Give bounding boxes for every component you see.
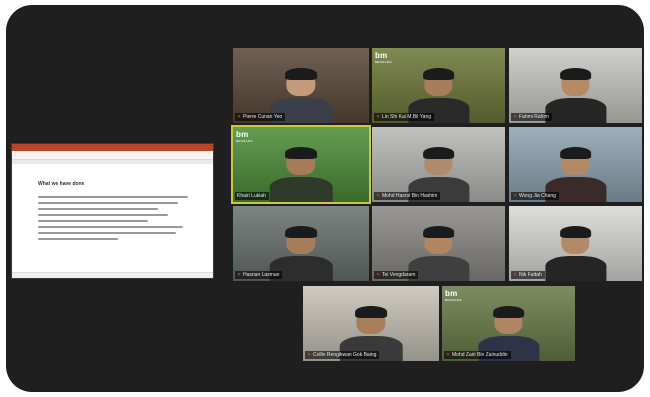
video-tile[interactable]: ✕ Collin Rengikwan Gok Baing <box>303 286 439 361</box>
participant-hair <box>560 226 591 238</box>
video-tile[interactable]: bm BERNAMA ✕ Mohd Zairi Bin Zainuddin <box>442 286 575 361</box>
bernama-logo: bm BERNAMA <box>445 289 462 302</box>
participant-name-tag: ✕ Pierre Cunan Yeo <box>235 113 286 121</box>
participant-name: Lin Shi Kai M.Bil Yang <box>382 114 432 120</box>
powerpoint-statusbar <box>12 272 213 278</box>
muted-mic-icon: ✕ <box>513 193 518 199</box>
video-tile[interactable]: ✕ Pierre Cunan Yeo <box>233 48 369 123</box>
participant-video <box>544 226 607 281</box>
participant-torso <box>544 255 607 281</box>
participant-hair <box>423 226 454 238</box>
participant-name: Khairi Lukiah <box>237 193 266 199</box>
participant-hair <box>285 68 317 80</box>
participant-name: Mohd Zairi Bin Zainuddin <box>452 352 508 358</box>
participant-hair <box>285 226 317 238</box>
muted-mic-icon: ✕ <box>376 193 381 199</box>
participant-hair <box>560 68 591 80</box>
muted-mic-icon: ✕ <box>513 272 518 278</box>
participant-name: Collin Rengikwan Gok Baing <box>313 352 377 358</box>
participant-hair <box>355 306 387 318</box>
participant-hair <box>285 147 317 159</box>
participant-name: Pierre Cunan Yeo <box>243 114 283 120</box>
video-tile[interactable]: ✕ Tei Vengdaram <box>372 206 505 281</box>
participant-name-tag: ✕ Mohd Hasrol Bin Hashim <box>374 192 441 200</box>
participant-name-tag: ✕ Lin Shi Kai M.Bil Yang <box>374 113 435 121</box>
participant-name: Fahmi Rahim <box>519 114 549 120</box>
participant-hair <box>560 147 591 159</box>
muted-mic-icon: ✕ <box>237 114 242 120</box>
video-tile[interactable]: ✕ Fahmi Rahim <box>509 48 642 123</box>
participant-hair <box>423 147 454 159</box>
bernama-logo-text: bm <box>236 130 249 139</box>
participant-name-tag: ✕ Fahmi Rahim <box>511 113 552 121</box>
participant-name-tag: ✕ Mohd Zairi Bin Zainuddin <box>444 351 511 359</box>
muted-mic-icon: ✕ <box>446 352 451 358</box>
muted-mic-icon: ✕ <box>237 272 242 278</box>
participant-name: Tei Vengdaram <box>382 272 416 278</box>
video-tile[interactable]: ✕ Nik Fattah <box>509 206 642 281</box>
bernama-logo-text: bm <box>375 51 388 60</box>
participant-name: Mohd Hasrol Bin Hashim <box>382 193 438 199</box>
video-tile[interactable]: ✕ Wong Jia Chang <box>509 127 642 202</box>
muted-mic-icon: ✕ <box>376 272 381 278</box>
video-tile[interactable]: bm BERNAMA ✕ Lin Shi Kai M.Bil Yang <box>372 48 505 123</box>
bernama-logo: bm BERNAMA <box>375 51 392 64</box>
participant-name-tag: Khairi Lukiah <box>235 192 269 200</box>
participant-name-tag: ✕ Nik Fattah <box>511 271 545 279</box>
bernama-logo-subtext: BERNAMA <box>445 298 462 302</box>
muted-mic-icon: ✕ <box>307 352 312 358</box>
powerpoint-ribbon-tabs <box>12 160 213 164</box>
shared-screen-thumbnail[interactable]: What we have done <box>12 144 213 278</box>
muted-mic-icon: ✕ <box>376 114 381 120</box>
participant-name-tag: ✕ Collin Rengikwan Gok Baing <box>305 351 380 359</box>
participant-video <box>544 68 607 123</box>
powerpoint-titlebar <box>12 144 213 151</box>
participant-name-tag: ✕ Wong Jia Chang <box>511 192 559 200</box>
participant-hair <box>423 68 454 80</box>
participant-name: Wong Jia Chang <box>519 193 556 199</box>
participant-name: Hasnan Lasman <box>243 272 280 278</box>
participant-name: Nik Fattah <box>519 272 542 278</box>
muted-mic-icon: ✕ <box>513 114 518 120</box>
participant-name-tag: ✕ Tei Vengdaram <box>374 271 419 279</box>
bernama-logo-subtext: BERNAMA <box>236 139 253 143</box>
bernama-logo: bm BERNAMA <box>236 130 253 143</box>
video-tile[interactable]: ✕ Mohd Hasrol Bin Hashim <box>372 127 505 202</box>
zoom-gallery-view: What we have done ✕ Pierre Cunan Yeo bm BER… <box>6 5 644 392</box>
powerpoint-ribbon <box>12 151 213 160</box>
participant-torso <box>269 176 333 202</box>
bernama-logo-subtext: BERNAMA <box>375 60 392 64</box>
participant-hair <box>493 306 524 318</box>
slide-title: What we have done <box>38 181 85 187</box>
video-tile[interactable]: bm BERNAMA Khairi Lukiah <box>233 127 369 202</box>
bernama-logo-text: bm <box>445 289 458 298</box>
video-tile[interactable]: ✕ Hasnan Lasman <box>233 206 369 281</box>
slide-bullet-lines <box>38 196 188 244</box>
participant-name-tag: ✕ Hasnan Lasman <box>235 271 283 279</box>
participant-torso <box>544 97 607 123</box>
participant-video <box>269 147 333 202</box>
